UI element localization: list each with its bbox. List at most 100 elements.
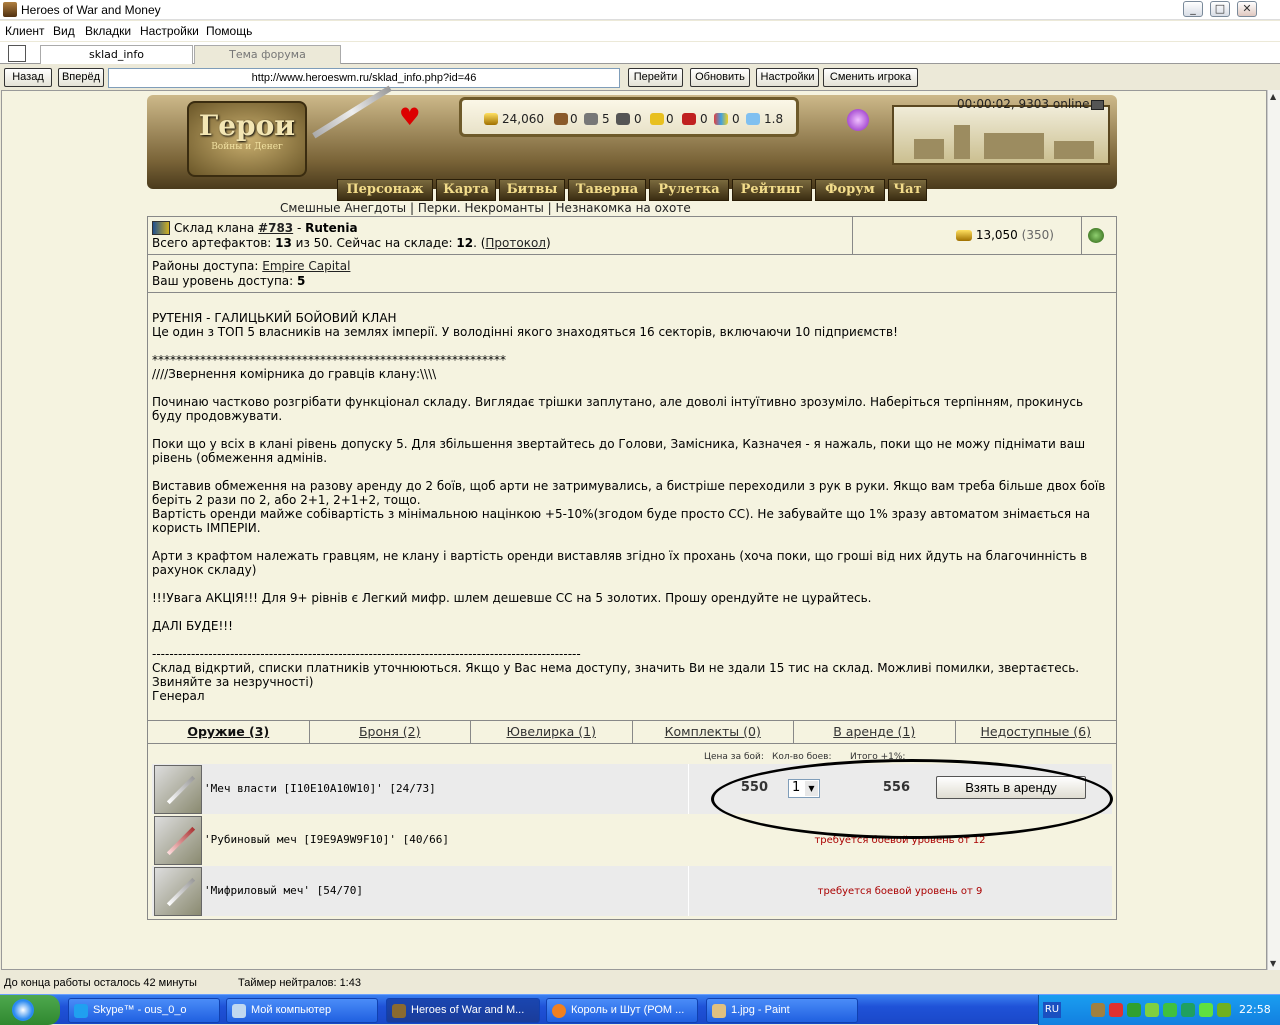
warehouse-header: Склад клана #783 - Rutenia Всего артефак… bbox=[148, 217, 1116, 255]
menu-settings[interactable]: Настройки bbox=[140, 24, 199, 38]
clan-id-link[interactable]: #783 bbox=[258, 221, 293, 235]
item-name: 'Меч власти [I10E10A10W10]' [24/73] bbox=[204, 782, 436, 795]
tab-rented[interactable]: В аренде (1) bbox=[794, 721, 956, 743]
refresh-button[interactable]: Обновить bbox=[690, 68, 750, 87]
menu-forum[interactable]: Форум bbox=[815, 179, 885, 201]
menu-battles[interactable]: Битвы bbox=[499, 179, 565, 201]
vertical-scrollbar[interactable]: ▲ ▼ bbox=[1267, 90, 1280, 970]
gems-icon bbox=[714, 113, 728, 125]
taskbar-item-my-computer[interactable]: Мой компьютер bbox=[226, 998, 378, 1023]
artifact-count: Всего артефактов: 13 из 50. Сейчас на ск… bbox=[152, 236, 551, 250]
heroes-icon bbox=[392, 1004, 406, 1018]
col-total-header: Итого +1%: bbox=[850, 752, 906, 762]
castle-image bbox=[892, 105, 1110, 165]
menu-map[interactable]: Карта bbox=[436, 179, 496, 201]
district-link[interactable]: Empire Capital bbox=[262, 259, 350, 273]
status-bar: До конца работы осталось 42 минуты Тайме… bbox=[0, 972, 1280, 994]
clan-name: Rutenia bbox=[305, 221, 358, 235]
tray-icon[interactable] bbox=[1199, 1003, 1213, 1017]
tray-icon[interactable] bbox=[1217, 1003, 1231, 1017]
menu-bar: Клиент Вид Вкладки Настройки Помощь bbox=[0, 21, 1280, 41]
mithril-sword-image[interactable] bbox=[154, 867, 202, 916]
tab-forum-topic[interactable]: Тема форума bbox=[194, 45, 341, 64]
menu-chat[interactable]: Чат bbox=[888, 179, 927, 201]
maximize-button[interactable]: □ bbox=[1210, 1, 1230, 17]
clan-avatar-icon[interactable] bbox=[1088, 228, 1104, 243]
start-button[interactable] bbox=[0, 995, 60, 1025]
tray-icon[interactable] bbox=[1163, 1003, 1177, 1017]
minimize-button[interactable]: _ bbox=[1183, 1, 1203, 17]
tray-icon[interactable] bbox=[1145, 1003, 1159, 1017]
access-level: 5 bbox=[297, 274, 306, 288]
tray-icon[interactable] bbox=[1091, 1003, 1105, 1017]
menu-tavern[interactable]: Таверна bbox=[568, 179, 646, 201]
item-row: 'Мифриловый меч' [54/70] требуется боево… bbox=[152, 866, 1112, 916]
chevron-down-icon[interactable]: ▼ bbox=[805, 781, 818, 796]
taskbar-item-firefox[interactable]: Король и Шут (РОМ ... bbox=[546, 998, 698, 1023]
tab-sklad-info[interactable]: sklad_info bbox=[40, 45, 193, 64]
skype-icon bbox=[74, 1004, 88, 1018]
go-button[interactable]: Перейти bbox=[628, 68, 683, 87]
diamonds-amount: 1.8 bbox=[764, 112, 784, 126]
ore-icon bbox=[584, 113, 598, 125]
sword-of-power-image[interactable] bbox=[154, 765, 202, 814]
col-price-header: Цена за бой: bbox=[704, 752, 764, 762]
taskbar-item-paint[interactable]: 1.jpg - Paint bbox=[706, 998, 858, 1023]
settings-button[interactable]: Настройки bbox=[756, 68, 819, 87]
forward-button[interactable]: Вперёд bbox=[58, 68, 104, 87]
system-tray: RU 22:58 bbox=[1038, 995, 1280, 1025]
language-indicator[interactable]: RU bbox=[1043, 1002, 1061, 1018]
level-requirement: требуется боевой уровень от 9 bbox=[817, 886, 983, 897]
tray-icon[interactable] bbox=[1181, 1003, 1195, 1017]
tab-unavailable[interactable]: Недоступные (6) bbox=[956, 721, 1117, 743]
windows-logo-icon bbox=[12, 999, 34, 1021]
ruby-sword-image[interactable] bbox=[154, 816, 202, 865]
crystals-amount: 0 bbox=[700, 112, 708, 126]
tray-icon[interactable] bbox=[1109, 1003, 1123, 1017]
paint-icon bbox=[712, 1004, 726, 1018]
menu-tabs[interactable]: Вкладки bbox=[85, 24, 131, 38]
mercury-amount: 0 bbox=[634, 112, 642, 126]
tab-weapons[interactable]: Оружие (3) bbox=[148, 721, 310, 743]
menu-client[interactable]: Клиент bbox=[5, 24, 45, 38]
tab-jewelry[interactable]: Ювелирка (1) bbox=[471, 721, 633, 743]
mana-potion-icon bbox=[847, 109, 869, 131]
menu-view[interactable]: Вид bbox=[53, 24, 75, 38]
battles-count-select[interactable]: 1 ▼ bbox=[788, 779, 820, 798]
rent-button[interactable]: Взять в аренду bbox=[936, 776, 1086, 799]
warehouse-title: Склад клана #783 - Rutenia bbox=[174, 221, 358, 235]
tray-icon[interactable] bbox=[1127, 1003, 1141, 1017]
address-field[interactable]: http://www.heroeswm.ru/sklad_info.php?id… bbox=[108, 68, 620, 88]
taskbar-item-skype[interactable]: Skype™ - ous_0_o bbox=[68, 998, 220, 1023]
protocol-link[interactable]: Протокол bbox=[485, 236, 546, 250]
scroll-down-icon[interactable]: ▼ bbox=[1270, 959, 1276, 968]
page-icon[interactable] bbox=[8, 45, 26, 62]
news-links[interactable]: Смешные Анегдоты | Перки. Некроманты | Н… bbox=[2, 201, 1268, 215]
menu-help[interactable]: Помощь bbox=[206, 24, 252, 38]
wood-icon bbox=[554, 113, 568, 125]
tv-icon[interactable] bbox=[1091, 99, 1105, 110]
neutral-timer: Таймер нейтралов: 1:43 bbox=[238, 977, 361, 989]
item-row: 'Рубиновый меч [I9E9A9W9F10]' [40/66] тр… bbox=[152, 815, 1112, 865]
clan-gold: 13,050 (350) bbox=[956, 228, 1054, 242]
scroll-up-icon[interactable]: ▲ bbox=[1270, 92, 1276, 101]
navigation-bar: Назад Вперёд http://www.heroeswm.ru/skla… bbox=[0, 65, 1280, 89]
item-name: 'Мифриловый меч' [54/70] bbox=[204, 884, 363, 897]
menu-roulette[interactable]: Рулетка bbox=[649, 179, 729, 201]
app-icon bbox=[3, 2, 17, 17]
item-price: 550 bbox=[740, 780, 768, 795]
menu-character[interactable]: Персонаж bbox=[337, 179, 433, 201]
tab-armor[interactable]: Броня (2) bbox=[310, 721, 471, 743]
item-row: 'Меч власти [I10E10A10W10]' [24/73] 550 … bbox=[152, 764, 1112, 814]
gold-icon bbox=[956, 230, 972, 241]
col-count-header: Кол-во боев: bbox=[772, 752, 832, 762]
game-logo[interactable]: Герои Войны и Денег bbox=[187, 101, 307, 177]
access-info: Районы доступа: Empire Capital Ваш урове… bbox=[148, 255, 1116, 293]
tab-sets[interactable]: Комплекты (0) bbox=[633, 721, 794, 743]
close-button[interactable]: ✕ bbox=[1237, 1, 1257, 17]
back-button[interactable]: Назад bbox=[4, 68, 52, 87]
switch-player-button[interactable]: Сменить игрока bbox=[823, 68, 918, 87]
computer-icon bbox=[232, 1004, 246, 1018]
taskbar-item-heroes[interactable]: Heroes of War and M... bbox=[386, 998, 540, 1023]
menu-rating[interactable]: Рейтинг bbox=[732, 179, 812, 201]
